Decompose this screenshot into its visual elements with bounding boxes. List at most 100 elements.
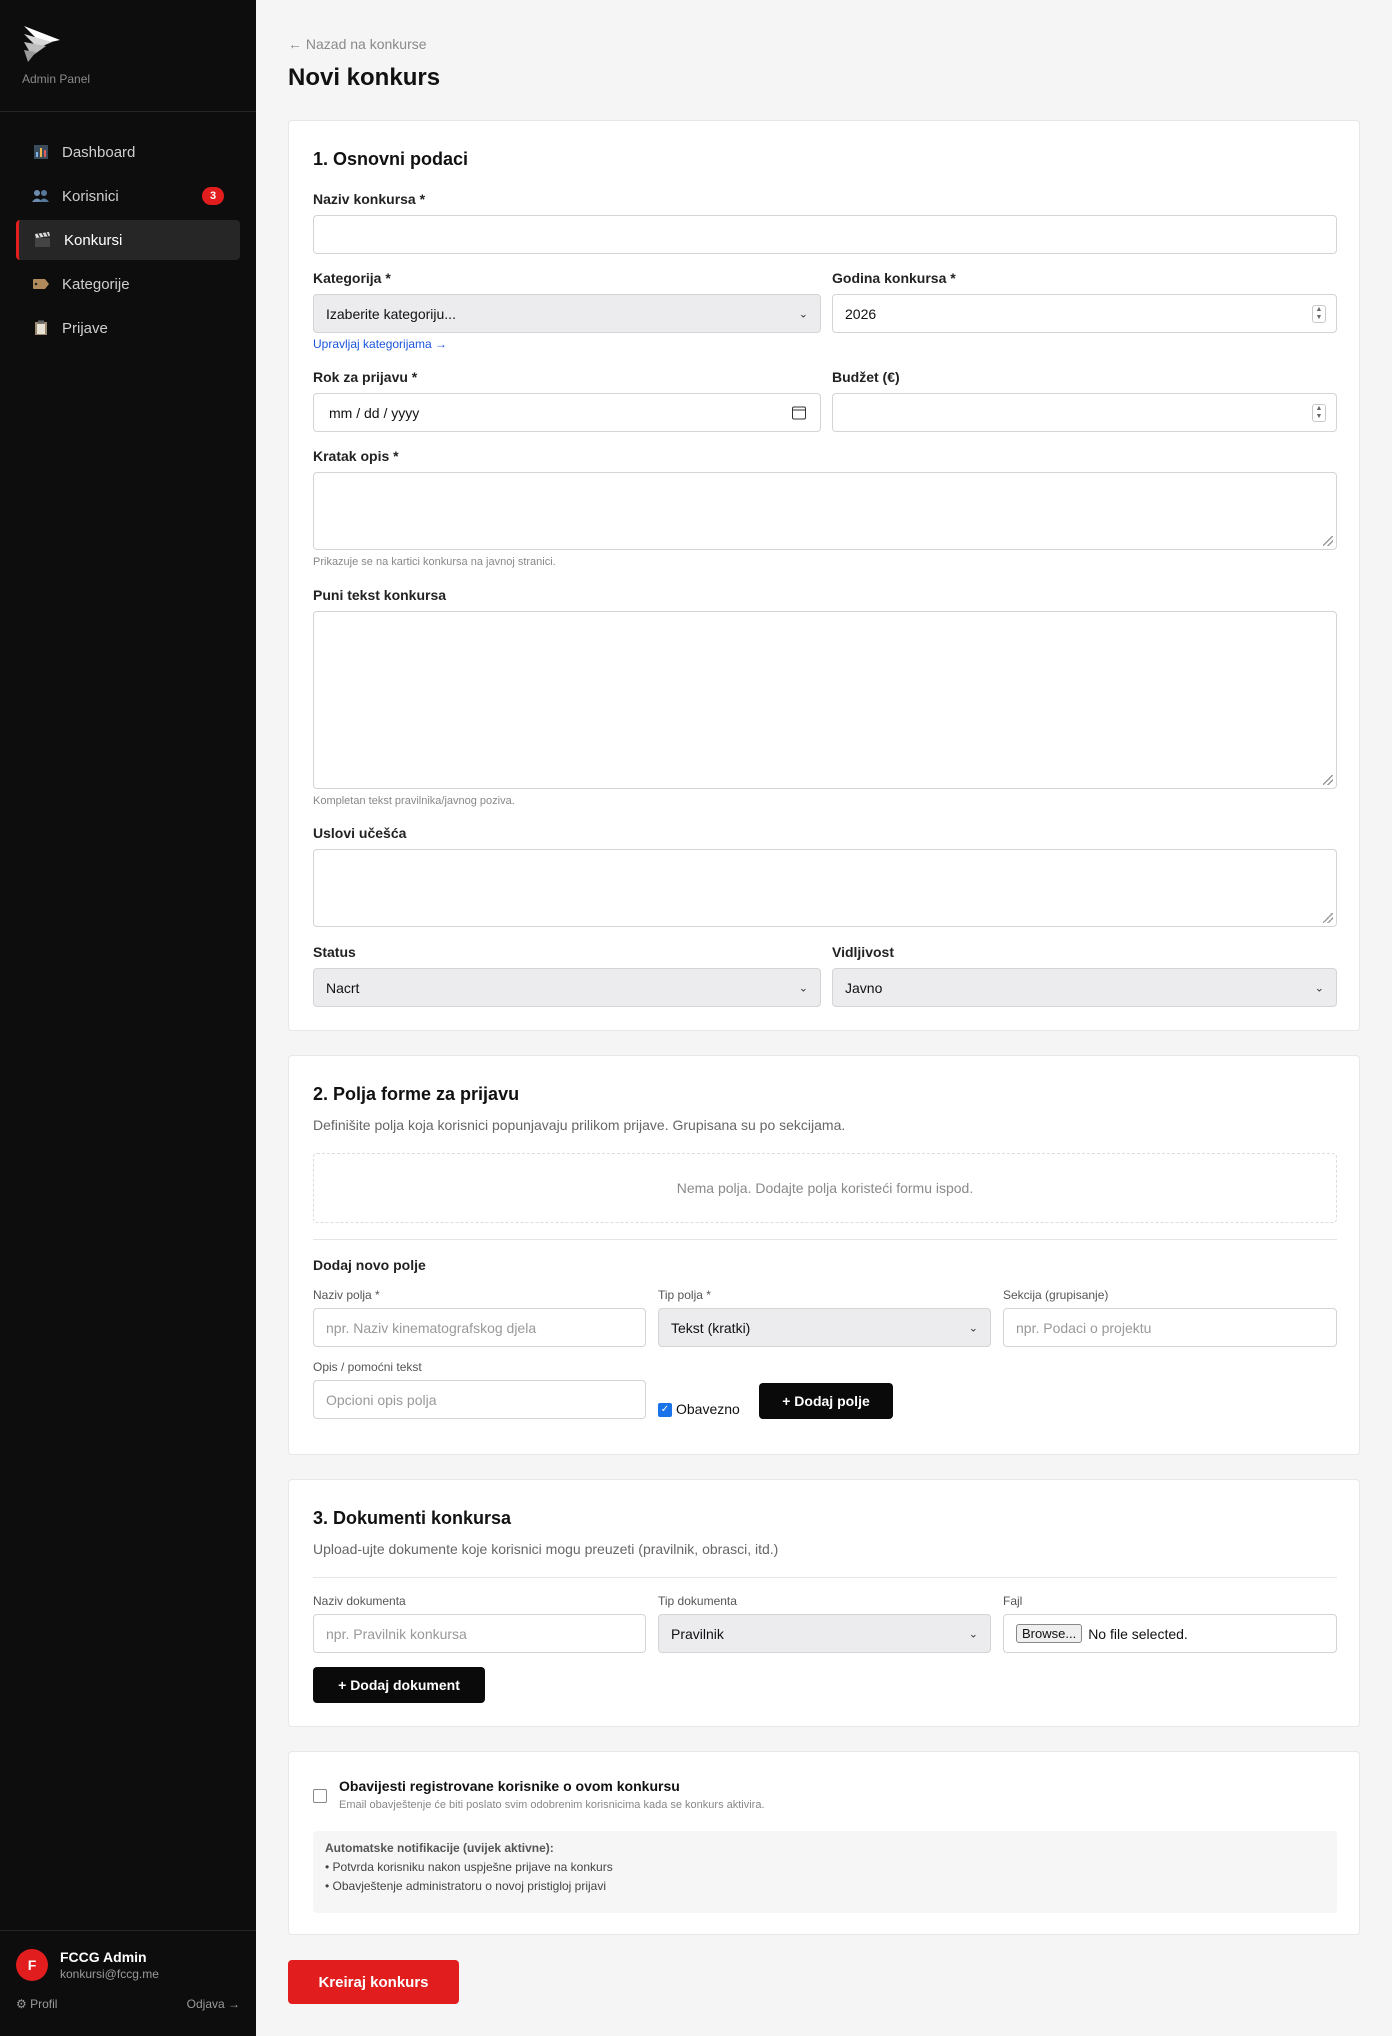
section-description: Definišite polja koja korisnici popunjav… xyxy=(313,1117,846,1133)
avatar: F xyxy=(16,1949,48,1981)
sidebar-item-korisnici[interactable]: Korisnici 3 xyxy=(16,176,240,216)
resize-handle-icon[interactable] xyxy=(1323,775,1333,785)
logo-icon xyxy=(24,26,60,62)
sidebar-item-label: Dashboard xyxy=(62,143,136,161)
notify-users-checkbox[interactable] xyxy=(313,1789,327,1803)
godina-label: Godina konkursa * xyxy=(832,270,956,286)
section-documents: 3. Dokumenti konkursa Upload-ujte dokume… xyxy=(288,1479,1360,1727)
list-item: • Obavještenje administratoru o novoj pr… xyxy=(325,1879,606,1893)
section-title: 1. Osnovni podaci xyxy=(313,149,469,169)
sidebar-item-prijave[interactable]: Prijave xyxy=(16,308,240,348)
naziv-dokumenta-label: Naziv dokumenta xyxy=(313,1594,406,1608)
user-panel: F FCCG Admin konkursi@fccg.me ⚙ Profil O… xyxy=(0,1930,256,2036)
empty-fields-placeholder: Nema polja. Dodajte polja koristeći form… xyxy=(313,1153,1337,1223)
page-title: Novi konkurs xyxy=(288,64,441,91)
add-document-button[interactable]: + Dodaj dokument xyxy=(313,1667,485,1703)
section-notifications: Obavijesti registrovane korisnike o ovom… xyxy=(288,1751,1360,1935)
user-email: konkursi@fccg.me xyxy=(60,1967,159,1981)
chevron-down-icon: ⌄ xyxy=(798,982,808,994)
back-link[interactable]: ← Nazad na konkurse xyxy=(288,36,427,52)
user-name: FCCG Admin xyxy=(60,1949,147,1965)
fajl-label: Fajl xyxy=(1003,1594,1023,1608)
resize-handle-icon[interactable] xyxy=(1323,913,1333,923)
users-icon xyxy=(32,187,50,205)
vidljivost-value: Javno xyxy=(845,979,883,996)
notify-users-help: Email obavještenje će biti poslato svim … xyxy=(339,1799,765,1811)
tip-polja-select[interactable]: Tekst (kratki) ⌄ xyxy=(658,1308,991,1347)
browse-button[interactable]: Browse... xyxy=(1016,1624,1083,1643)
bar-chart-icon xyxy=(32,143,50,161)
notification-badge: 3 xyxy=(202,187,224,205)
sidebar-nav: Dashboard Korisnici 3 Konkursi Kategorij… xyxy=(0,112,256,348)
vidljivost-select[interactable]: Javno ⌄ xyxy=(832,968,1337,1007)
manage-categories-link[interactable]: Upravljaj kategorijama → xyxy=(313,337,447,351)
kratak-opis-label: Kratak opis * xyxy=(313,448,399,464)
sidebar-item-konkursi[interactable]: Konkursi xyxy=(16,220,240,260)
obavezno-checkbox[interactable]: ✓ xyxy=(658,1403,672,1417)
chevron-down-icon: ⌄ xyxy=(968,1322,978,1334)
notify-users-label: Obavijesti registrovane korisnike o ovom… xyxy=(339,1778,680,1794)
kratak-opis-textarea[interactable] xyxy=(313,472,1337,550)
brand: Admin Panel xyxy=(0,0,256,112)
resize-handle-icon[interactable] xyxy=(1323,536,1333,546)
tip-dokumenta-label: Tip dokumenta xyxy=(658,1594,737,1608)
obavezno-label: Obavezno xyxy=(676,1401,740,1417)
sidebar-item-label: Kategorije xyxy=(62,275,130,293)
file-input[interactable]: Browse... No file selected. xyxy=(1003,1614,1337,1653)
add-field-button[interactable]: + Dodaj polje xyxy=(759,1383,893,1419)
naziv-label: Naziv konkursa * xyxy=(313,191,426,207)
puni-tekst-help: Kompletan tekst pravilnika/javnog poziva… xyxy=(313,795,515,807)
clipboard-icon xyxy=(32,319,50,337)
status-select[interactable]: Nacrt ⌄ xyxy=(313,968,821,1007)
sekcija-input[interactable] xyxy=(1003,1308,1337,1347)
divider xyxy=(313,1239,1337,1240)
kategorija-label: Kategorija * xyxy=(313,270,391,286)
opis-polja-label: Opis / pomoćni tekst xyxy=(313,1360,422,1374)
kategorija-select[interactable]: Izaberite kategoriju... ⌄ xyxy=(313,294,821,333)
puni-tekst-textarea[interactable] xyxy=(313,611,1337,789)
clapperboard-icon xyxy=(34,231,52,249)
naziv-polja-label: Naziv polja * xyxy=(313,1288,380,1302)
gear-icon: ⚙ xyxy=(16,1997,27,2011)
naziv-polja-input[interactable] xyxy=(313,1308,646,1347)
uslovi-label: Uslovi učešća xyxy=(313,825,407,841)
sidebar: Admin Panel Dashboard Korisnici 3 Konkur… xyxy=(0,0,256,2036)
tag-icon xyxy=(32,275,50,293)
rok-value: mm / dd / yyyy xyxy=(329,404,420,421)
chevron-down-icon: ⌄ xyxy=(968,1628,978,1640)
kratak-opis-help: Prikazuje se na kartici konkursa na javn… xyxy=(313,556,556,568)
naziv-input[interactable] xyxy=(313,215,1337,254)
naziv-dokumenta-input[interactable] xyxy=(313,1614,646,1653)
tip-polja-value: Tekst (kratki) xyxy=(671,1319,751,1336)
logout-link[interactable]: Odjava → xyxy=(187,1997,240,2011)
number-spinner-icon[interactable]: ▲ ▼ xyxy=(1312,403,1326,422)
auto-notifications-box: Automatske notifikacije (uvijek aktivne)… xyxy=(313,1831,1337,1913)
section-form-fields: 2. Polja forme za prijavu Definišite pol… xyxy=(288,1055,1360,1455)
rok-date-input[interactable]: mm / dd / yyyy xyxy=(313,393,821,432)
no-file-text: No file selected. xyxy=(1088,1625,1188,1642)
section-description: Upload-ujte dokumente koje korisnici mog… xyxy=(313,1541,779,1557)
section-basic-info: 1. Osnovni podaci Naziv konkursa * Kateg… xyxy=(288,120,1360,1031)
tip-dokumenta-value: Pravilnik xyxy=(671,1625,724,1642)
budzet-input[interactable]: ▲ ▼ xyxy=(832,393,1337,432)
list-item: • Potvrda korisniku nakon uspješne prija… xyxy=(325,1860,613,1874)
sekcija-label: Sekcija (grupisanje) xyxy=(1003,1288,1109,1302)
chevron-down-icon: ⌄ xyxy=(1314,982,1324,994)
tip-dokumenta-select[interactable]: Pravilnik ⌄ xyxy=(658,1614,991,1653)
sidebar-item-dashboard[interactable]: Dashboard xyxy=(16,132,240,172)
godina-input[interactable]: 2026 ▲ ▼ xyxy=(832,294,1337,333)
uslovi-textarea[interactable] xyxy=(313,849,1337,927)
sidebar-item-label: Konkursi xyxy=(64,231,123,249)
sidebar-item-kategorije[interactable]: Kategorije xyxy=(16,264,240,304)
opis-polja-input[interactable] xyxy=(313,1380,646,1419)
add-field-title: Dodaj novo polje xyxy=(313,1257,426,1273)
number-spinner-icon[interactable]: ▲ ▼ xyxy=(1312,304,1326,323)
vidljivost-label: Vidljivost xyxy=(832,944,894,960)
create-contest-button[interactable]: Kreiraj konkurs xyxy=(288,1960,459,2004)
calendar-icon[interactable] xyxy=(792,406,806,419)
brand-subtitle: Admin Panel xyxy=(22,72,91,86)
sidebar-item-label: Prijave xyxy=(62,319,108,337)
profile-label: Profil xyxy=(30,1997,58,2011)
profile-link[interactable]: ⚙ Profil xyxy=(16,1997,57,2011)
puni-tekst-label: Puni tekst konkursa xyxy=(313,587,447,603)
